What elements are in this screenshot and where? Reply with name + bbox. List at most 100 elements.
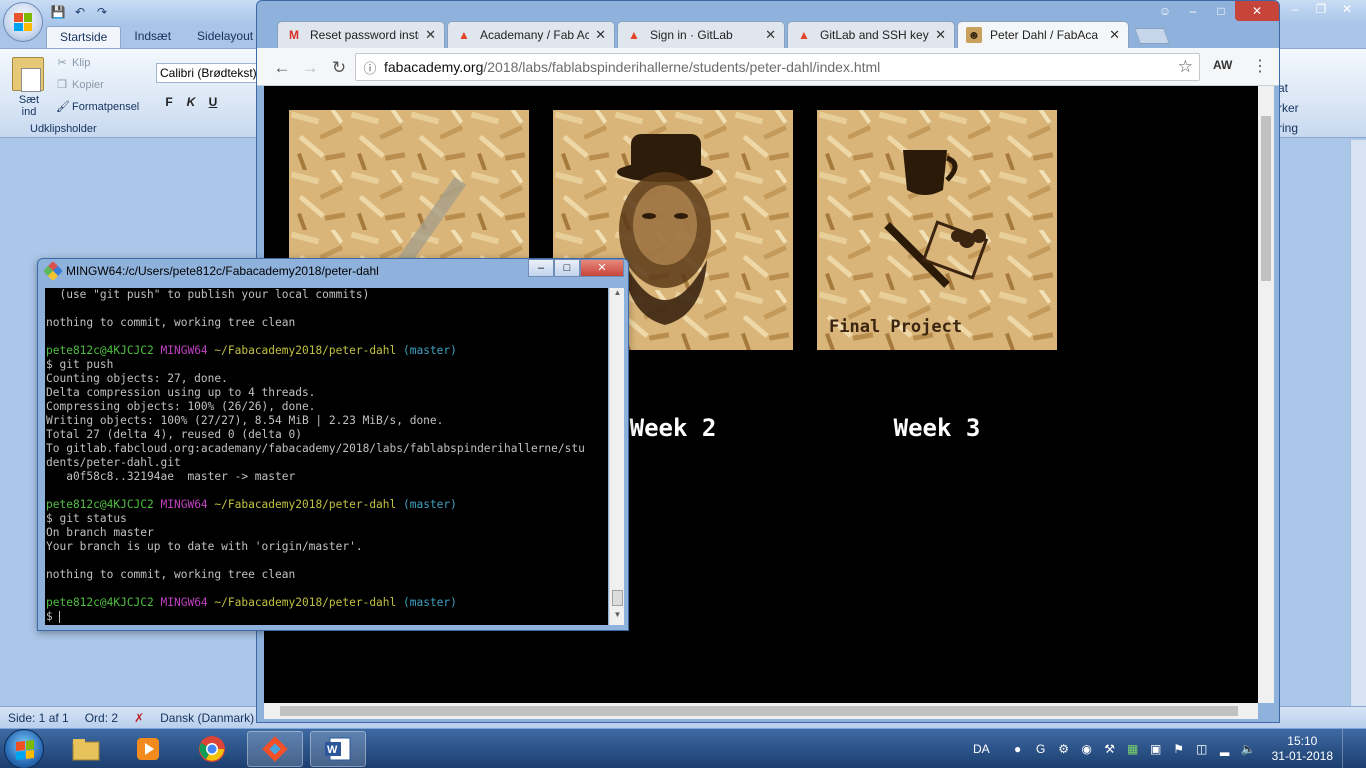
terminal-output[interactable]: (use "git push" to publish your local co… [45, 288, 608, 625]
minimize-icon[interactable]: – [528, 259, 554, 277]
browser-tab-5-active[interactable]: ☻ Peter Dahl / FabAca ✕ [957, 21, 1129, 48]
tray-tools-icon[interactable]: ⚒ [1103, 742, 1117, 756]
format-painter-button[interactable]: 🖌 Formatpensel [56, 101, 139, 113]
terminal-text: pete812c@4KJCJC2 [46, 344, 161, 357]
underline-button[interactable]: U [204, 93, 222, 111]
save-icon[interactable]: 💾 [50, 4, 66, 20]
word-restore-button[interactable]: ❐ [1308, 0, 1334, 18]
cut-button[interactable]: ✂ Klip [56, 57, 90, 69]
browser-tab-title: GitLab and SSH keys [820, 28, 930, 42]
language-status[interactable]: Dansk (Danmark) [160, 711, 254, 725]
close-tab-icon[interactable]: ✕ [765, 27, 776, 43]
start-button[interactable] [4, 729, 44, 768]
terminal-text: Delta compression using up to 4 threads. [46, 386, 316, 399]
quick-access-toolbar: 💾 ↶ ↷ [50, 4, 110, 20]
paste-icon[interactable] [12, 57, 44, 92]
windows-logo-icon [16, 740, 34, 760]
italic-button[interactable]: K [182, 93, 200, 111]
tray-google-icon[interactable]: G [1034, 742, 1048, 756]
terminal-line: nothing to commit, working tree clean [46, 568, 608, 582]
browser-tab-4[interactable]: ▲ GitLab and SSH keys ✕ [787, 21, 955, 48]
terminal-text: Counting objects: 27, done. [46, 372, 228, 385]
tray-flag-icon[interactable]: ⚑ [1172, 742, 1186, 756]
tab-sidelayout[interactable]: Sidelayout [184, 26, 266, 48]
scroll-up-arrow-icon[interactable]: ▲ [610, 288, 625, 302]
close-tab-icon[interactable]: ✕ [425, 27, 436, 43]
terminal-line: Writing objects: 100% (27/27), 8.54 MiB … [46, 414, 608, 428]
word-window-controls: – ❐ ✕ [1282, 0, 1360, 18]
terminal-line: On branch master [46, 526, 608, 540]
input-language[interactable]: DA [973, 742, 990, 756]
scroll-down-arrow-icon[interactable]: ▼ [610, 610, 625, 624]
terminal-line: (use "git push" to publish your local co… [46, 288, 608, 302]
scrollbar-thumb[interactable] [612, 590, 623, 606]
word-vertical-scrollbar[interactable] [1350, 140, 1366, 707]
bold-button[interactable]: F [160, 93, 178, 111]
close-icon[interactable]: ✕ [580, 259, 624, 277]
explorer-icon [72, 739, 100, 761]
terminal-scrollbar[interactable]: ▲ ▼ [609, 288, 624, 625]
extension-button[interactable]: AW [1213, 58, 1232, 72]
taskbar-git-bash[interactable] [247, 731, 303, 767]
week-3-label[interactable]: Week 3 [817, 414, 1057, 442]
close-icon[interactable]: ✕ [1235, 1, 1279, 21]
forward-icon[interactable]: → [300, 58, 320, 78]
tray-search-icon[interactable]: ● [1011, 742, 1025, 756]
tab-indsaet[interactable]: Indsæt [121, 26, 184, 48]
spellcheck-icon[interactable]: ✗ [134, 711, 144, 725]
word-count[interactable]: Ord: 2 [85, 711, 118, 725]
terminal-titlebar[interactable]: MINGW64:/c/Users/pete812c/Fabacademy2018… [43, 261, 379, 281]
undo-icon[interactable]: ↶ [72, 4, 88, 20]
back-icon[interactable]: ← [272, 58, 292, 78]
terminal-text: Total 27 (delta 4), reused 0 (delta 0) [46, 428, 302, 441]
paste-button-label[interactable]: Sæt ind [13, 94, 45, 118]
minimize-icon[interactable]: – [1179, 1, 1207, 21]
page-count[interactable]: Side: 1 af 1 [8, 711, 69, 725]
show-desktop-button[interactable] [1342, 729, 1356, 768]
terminal-line: a0f58c8..32194ae master -> master [46, 470, 608, 484]
page-horizontal-scrollbar[interactable] [264, 703, 1258, 719]
copy-icon: ❐ [57, 79, 67, 91]
close-tab-icon[interactable]: ✕ [935, 27, 946, 43]
tray-shield-icon[interactable]: ▦ [1126, 742, 1140, 756]
font-name-select[interactable]: Calibri (Brødtekst) [156, 63, 260, 83]
tray-signal-icon[interactable]: ▂ [1218, 742, 1232, 756]
taskbar-word[interactable]: W [310, 731, 366, 767]
page-vertical-scrollbar[interactable] [1258, 86, 1274, 703]
site-info-icon[interactable]: ⓘ [356, 58, 384, 77]
copy-button[interactable]: ❐ Kopier [56, 79, 104, 91]
office-button[interactable] [3, 2, 43, 42]
taskbar-explorer[interactable] [58, 731, 114, 767]
address-bar[interactable]: ⓘ fabacademy.org/2018/labs/fablabspinder… [355, 53, 1200, 81]
scrollbar-thumb[interactable] [280, 706, 1238, 716]
taskbar-media-player[interactable] [120, 731, 176, 767]
tray-location-icon[interactable]: ◉ [1080, 742, 1094, 756]
browser-tab-3[interactable]: ▲ Sign in · GitLab ✕ [617, 21, 785, 48]
tray-network-icon[interactable]: ⚙ [1057, 742, 1071, 756]
browser-tab-1[interactable]: M Reset password instr ✕ [277, 21, 445, 48]
terminal-text: Writing objects: 100% (27/27), 8.54 MiB … [46, 414, 444, 427]
word-close-button[interactable]: ✕ [1334, 0, 1360, 18]
tray-volume-icon[interactable]: 🔈 [1241, 742, 1256, 756]
ribbon-fragment-2: rker [1278, 101, 1299, 115]
mingw64-terminal-window[interactable]: MINGW64:/c/Users/pete812c/Fabacademy2018… [37, 258, 629, 631]
close-tab-icon[interactable]: ✕ [1109, 27, 1120, 43]
tray-monitor-icon[interactable]: ▣ [1149, 742, 1163, 756]
tray-power-icon[interactable]: ◫ [1195, 742, 1209, 756]
new-tab-button[interactable] [1134, 28, 1170, 44]
maximize-icon[interactable]: □ [554, 259, 580, 277]
profile-icon[interactable]: ☺ [1151, 1, 1179, 21]
reload-icon[interactable]: ↻ [329, 58, 349, 78]
maximize-icon[interactable]: □ [1207, 1, 1235, 21]
chrome-menu-icon[interactable]: ⋮ [1252, 56, 1268, 76]
taskbar-chrome[interactable] [184, 731, 240, 767]
bookmark-star-icon[interactable]: ☆ [1178, 57, 1193, 77]
close-tab-icon[interactable]: ✕ [595, 27, 606, 43]
browser-tab-2[interactable]: ▲ Academany / Fab Ac ✕ [447, 21, 615, 48]
word-minimize-button[interactable]: – [1282, 0, 1308, 18]
gallery-card-week3[interactable]: Final Project [817, 110, 1057, 350]
redo-icon[interactable]: ↷ [94, 4, 110, 20]
clock[interactable]: 15:10 31-01-2018 [1272, 734, 1333, 764]
scrollbar-thumb[interactable] [1261, 116, 1271, 281]
tab-startside[interactable]: Startside [46, 26, 122, 48]
